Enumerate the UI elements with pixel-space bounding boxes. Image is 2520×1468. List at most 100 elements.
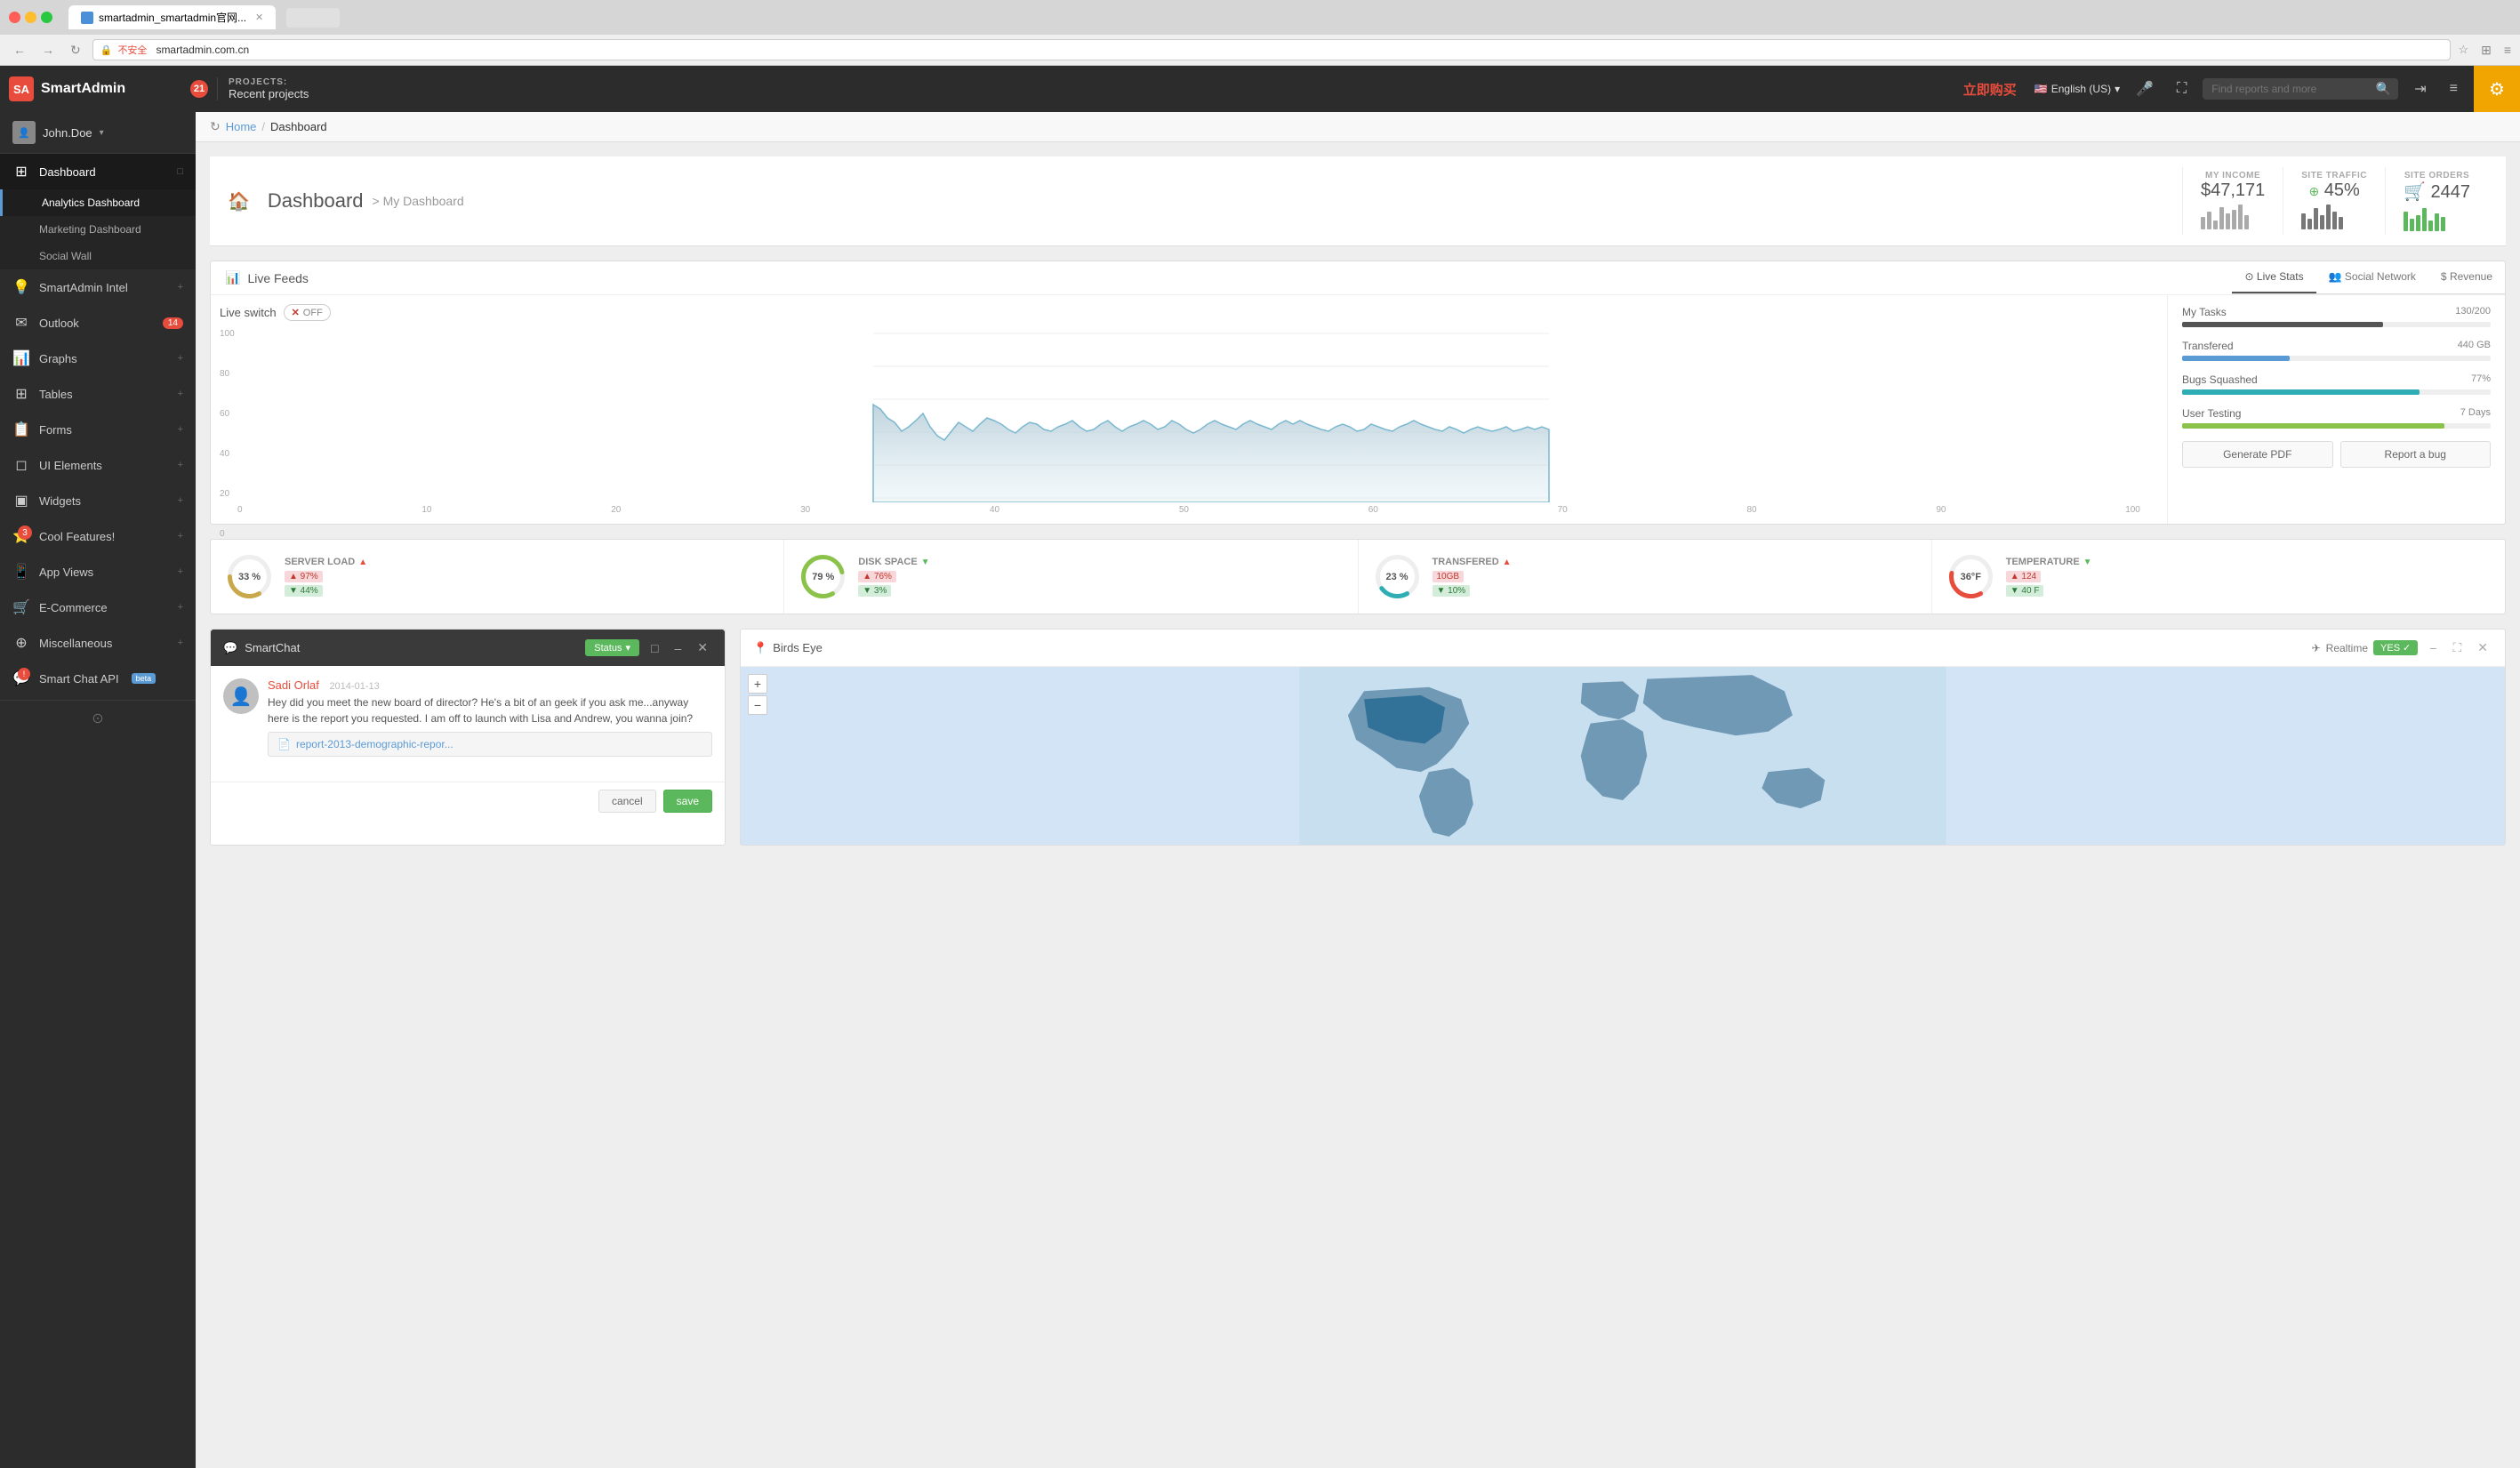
breadcrumb-refresh-icon[interactable]: ↻ [210, 119, 221, 134]
lang-caret: ▾ [2115, 83, 2120, 95]
sidebar-item-dashboard[interactable]: ⊞ Dashboard □ [0, 154, 196, 189]
orders-value-text: 2447 [2431, 182, 2471, 202]
window-maximize-dot[interactable] [41, 12, 52, 23]
zoom-in-button[interactable]: + [748, 674, 767, 694]
disk-space-gauge: 79 % [799, 552, 847, 601]
sidebar-item-ui-elements[interactable]: ◻ UI Elements + [0, 447, 196, 483]
tab-revenue[interactable]: $ Revenue [2428, 261, 2505, 293]
sidebar-item-marketing[interactable]: Marketing Dashboard [0, 216, 196, 243]
server-load-tag-high: ▲ 97% [285, 571, 323, 582]
recent-projects-btn[interactable]: Recent projects [229, 87, 309, 100]
map-minimize-button[interactable]: − [2425, 639, 2441, 657]
browser-tab[interactable]: smartadmin_smartadmin官网... ✕ [68, 5, 276, 29]
chat-close-icon[interactable]: ✕ [693, 638, 712, 657]
settings-gear-button[interactable]: ⚙ [2474, 66, 2520, 112]
tables-icon: ⊞ [12, 385, 30, 403]
language-selector[interactable]: 🇺🇸 English (US) ▾ [2034, 83, 2120, 95]
zoom-out-button[interactable]: − [748, 695, 767, 715]
map-expand-button[interactable]: ⛶ [2448, 638, 2466, 657]
save-button[interactable]: save [663, 790, 712, 813]
cancel-button[interactable]: cancel [598, 790, 656, 813]
tab-close[interactable]: ✕ [255, 12, 263, 23]
sidebar-item-tables[interactable]: ⊞ Tables + [0, 376, 196, 412]
sidebar-item-label: Forms [39, 423, 72, 437]
temperature-arrow: ▼ [2083, 558, 2092, 567]
live-feeds-header: 📊 Live Feeds ⊙ Live Stats 👥 Social Netwo… [211, 261, 2505, 295]
chart-container: 100 80 60 40 20 0 [220, 325, 2158, 505]
logo-icon: SA [9, 76, 34, 101]
sidebar-item-graphs[interactable]: 📊 Graphs + [0, 341, 196, 376]
language-label: English (US) [2051, 83, 2111, 95]
chat-status-label: Status [594, 643, 622, 654]
search-input[interactable] [2203, 78, 2398, 100]
transfered-block: 23 % TRANSFERED ▲ 10GB ▼ 10% [1359, 540, 1932, 614]
transfered-tag-high: 10GB [1433, 571, 1465, 582]
forward-button[interactable]: → [37, 41, 59, 59]
chat-minimize-icon[interactable]: – [670, 639, 686, 657]
status-caret-icon: ▾ [625, 642, 630, 654]
report-bug-button[interactable]: Report a bug [2340, 441, 2492, 468]
address-bar[interactable]: 🔒 不安全 smartadmin.com.cn [92, 39, 2452, 60]
breadcrumb-home[interactable]: Home [226, 120, 257, 133]
bugs-squashed-label: Bugs Squashed [2182, 373, 2258, 386]
sidebar-item-smart-chat-api[interactable]: ! 💬 Smart Chat API beta [0, 661, 196, 696]
realtime-check-icon: ✓ [2403, 642, 2411, 654]
chat-square-icon[interactable]: □ [646, 639, 662, 657]
sidebar-item-widgets[interactable]: ▣ Widgets + [0, 483, 196, 518]
sidebar-collapse-btn[interactable]: ⊙ [92, 710, 103, 727]
my-tasks-progress-fill [2182, 322, 2383, 327]
expand-icon: + [178, 495, 183, 506]
sidebar-item-social-wall[interactable]: Social Wall [0, 243, 196, 269]
forward-nav-icon[interactable]: ⇥ [2407, 76, 2433, 101]
dashboard-home-icon: 🏠 [228, 190, 250, 213]
stat-my-income: MY INCOME $47,171 [2182, 167, 2283, 235]
hamburger-icon[interactable]: ≡ [2443, 77, 2465, 100]
refresh-button[interactable]: ↻ [66, 41, 85, 60]
window-close-dot[interactable] [9, 12, 20, 23]
new-tab-btn[interactable] [286, 8, 340, 28]
disk-space-tag-high: ▲ 76% [858, 571, 896, 582]
outlook-icon: ✉ [12, 314, 30, 332]
user-name[interactable]: John.Doe [43, 126, 92, 140]
extensions-icon[interactable]: ⊞ [2481, 43, 2492, 58]
message-header: Sadi Orlaf 2014-01-13 [268, 678, 712, 692]
sidebar-item-label: Tables [39, 388, 73, 401]
expand-icon: + [178, 353, 183, 364]
chat-status-button[interactable]: Status ▾ [585, 639, 639, 656]
generate-pdf-button[interactable]: Generate PDF [2182, 441, 2333, 468]
window-minimize-dot[interactable] [25, 12, 36, 23]
menu-icon[interactable]: ≡ [2504, 43, 2511, 57]
tab-live-stats[interactable]: ⊙ Live Stats [2232, 261, 2315, 293]
realtime-badge[interactable]: YES ✓ [2373, 640, 2418, 655]
sidebar-item-ecommerce[interactable]: 🛒 E-Commerce + [0, 590, 196, 625]
map-zoom-controls: + − [748, 674, 767, 715]
main-layout: 👤 John.Doe ▾ ⊞ Dashboard □ Analytics Das… [0, 112, 2520, 1468]
expand-icon[interactable]: ⛶ [2170, 77, 2194, 100]
stat-site-orders: SITE ORDERS 🛒 2447 [2385, 167, 2488, 235]
message-attachment[interactable]: 📄 report-2013-demographic-repor... [268, 732, 712, 757]
sidebar-item-outlook[interactable]: ✉ Outlook 14 [0, 305, 196, 341]
dashboard-icon: ⊞ [12, 163, 30, 180]
sidebar-item-cool-features[interactable]: 3 ⭐ Cool Features! + [0, 518, 196, 554]
microphone-icon[interactable]: 🎤 [2129, 76, 2161, 101]
message-date: 2014-01-13 [329, 681, 379, 692]
sidebar-item-miscellaneous[interactable]: ⊕ Miscellaneous + [0, 625, 196, 661]
user-testing-progress-bg [2182, 423, 2491, 429]
transfered-tags: 10GB ▼ 10% [1433, 571, 1917, 597]
user-profile[interactable]: 👤 John.Doe ▾ [0, 112, 196, 154]
stat-bugs-squashed: Bugs Squashed 77% [2182, 373, 2491, 395]
live-switch-button[interactable]: ✕ OFF [284, 304, 331, 321]
map-close-button[interactable]: ✕ [2473, 638, 2492, 657]
sidebar-item-forms[interactable]: 📋 Forms + [0, 412, 196, 447]
disk-space-tag-low: ▼ 3% [858, 585, 891, 597]
back-button[interactable]: ← [9, 41, 30, 59]
dashboard-stats: MY INCOME $47,171 [2182, 167, 2488, 235]
sidebar-item-app-views[interactable]: 📱 App Views + [0, 554, 196, 590]
bookmark-icon[interactable]: ☆ [2458, 43, 2468, 57]
sidebar-item-smartadmin-intel[interactable]: 💡 SmartAdmin Intel + [0, 269, 196, 305]
tab-social-network[interactable]: 👥 Social Network [2316, 261, 2428, 293]
sidebar-item-analytics[interactable]: Analytics Dashboard [0, 189, 196, 216]
buy-button[interactable]: 立即购买 [1963, 80, 2017, 99]
chat-header: 💬 SmartChat Status ▾ □ – ✕ [211, 630, 725, 666]
expand-icon: + [178, 282, 183, 293]
